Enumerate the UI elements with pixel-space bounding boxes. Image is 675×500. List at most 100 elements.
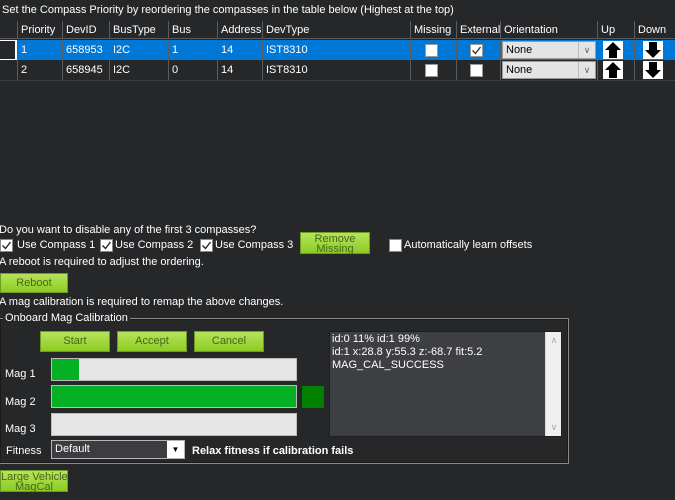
mag-2-status-indicator <box>302 386 324 408</box>
cell-down <box>634 60 675 80</box>
use-compass-3[interactable]: Use Compass 3 <box>200 238 295 254</box>
use-compass-3-checkbox[interactable] <box>200 239 213 252</box>
external-checkbox[interactable] <box>470 64 483 77</box>
cancel-button[interactable]: Cancel <box>194 331 264 352</box>
accept-button[interactable]: Accept <box>117 331 187 352</box>
log-line: MAG_CAL_SUCCESS <box>332 359 444 371</box>
column-header-devtype[interactable]: DevType <box>262 21 410 39</box>
fitness-value: Default <box>55 443 90 455</box>
relax-fitness-label: Relax fitness if calibration fails <box>192 445 354 457</box>
column-header-bus[interactable]: Bus <box>168 21 217 39</box>
cell-up <box>597 40 634 60</box>
instructions-label: Set the Compass Priority by reordering t… <box>2 4 454 16</box>
cell-devid: 658953 <box>62 40 109 60</box>
row-header[interactable] <box>0 40 17 60</box>
check-icon <box>472 46 482 55</box>
arrow-up-icon <box>605 42 621 58</box>
cell-up <box>597 60 634 80</box>
missing-checkbox[interactable] <box>425 44 438 57</box>
column-header-up[interactable]: Up <box>597 21 634 39</box>
cell-bustype: I2C <box>109 60 168 80</box>
cell-missing <box>410 60 456 80</box>
scroll-down-icon[interactable]: ∨ <box>546 421 562 434</box>
remove-missing-button[interactable]: Remove Missing <box>300 232 370 255</box>
move-down-button[interactable] <box>643 41 663 59</box>
move-up-button[interactable] <box>603 41 623 59</box>
column-header-external[interactable]: External <box>456 21 500 39</box>
orientation-select[interactable]: None ∨ <box>502 61 596 79</box>
table-row[interactable]: 2 658945 I2C 0 14 IST8310 None ∨ <box>0 60 675 80</box>
cell-devtype: IST8310 <box>262 40 410 60</box>
remove-missing-label-2: Missing <box>316 243 354 255</box>
scroll-up-icon[interactable]: ∧ <box>546 334 562 347</box>
check-icon <box>102 241 112 250</box>
mag-2-label: Mag 2 <box>5 396 36 408</box>
use-compass-3-label: Use Compass 3 <box>215 239 294 251</box>
cell-devid: 658945 <box>62 60 109 80</box>
mag-2-progress-fill <box>52 386 296 407</box>
mag-1-progress <box>51 358 297 381</box>
calibration-log[interactable]: id:0 11% id:1 99% id:1 x:28.8 y:55.3 z:-… <box>329 331 562 437</box>
cell-down <box>634 40 675 60</box>
column-header-devid[interactable]: DevID <box>62 21 109 39</box>
chevron-down-icon: ∨ <box>578 62 595 78</box>
use-compass-2-checkbox[interactable] <box>100 239 113 252</box>
column-header-orientation[interactable]: Orientation <box>500 21 597 39</box>
cell-priority: 2 <box>17 60 62 80</box>
check-icon <box>202 241 212 250</box>
column-header-missing[interactable]: Missing <box>410 21 456 39</box>
orientation-value: None <box>506 44 533 56</box>
log-line: id:0 11% id:1 99% <box>332 333 420 345</box>
table-header: Priority DevID BusType Bus Address DevTy… <box>0 21 675 41</box>
use-compass-2-label: Use Compass 2 <box>115 239 194 251</box>
large-vehicle-magcal-button[interactable]: Large Vehicle MagCal <box>0 470 68 493</box>
cell-bus: 0 <box>168 60 217 80</box>
cell-bus: 1 <box>168 40 217 60</box>
column-header-bustype[interactable]: BusType <box>109 21 168 39</box>
start-button[interactable]: Start <box>40 331 110 352</box>
cell-orientation: None ∨ <box>500 40 597 60</box>
mag-3-progress <box>51 413 297 436</box>
mag-1-label: Mag 1 <box>5 368 36 380</box>
use-compass-1-label: Use Compass 1 <box>17 239 96 251</box>
cell-orientation: None ∨ <box>500 60 597 80</box>
column-header-down[interactable]: Down <box>634 21 675 39</box>
auto-learn-offsets-label: Automatically learn offsets <box>404 239 533 251</box>
cell-devtype: IST8310 <box>262 60 410 80</box>
cell-bustype: I2C <box>109 40 168 60</box>
mag-1-progress-fill <box>52 359 79 380</box>
cell-address: 14 <box>217 40 262 60</box>
reboot-button[interactable]: Reboot <box>0 273 68 293</box>
fitness-label: Fitness <box>6 445 42 457</box>
move-up-button[interactable] <box>603 61 623 79</box>
use-compass-2[interactable]: Use Compass 2 <box>100 238 195 254</box>
use-compass-1-checkbox[interactable] <box>0 239 13 252</box>
auto-learn-offsets-checkbox[interactable] <box>389 239 402 252</box>
mag-cal-note: A mag calibration is required to remap t… <box>0 296 284 308</box>
onboard-mag-calibration-title: Onboard Mag Calibration <box>3 311 130 325</box>
compass-table: Priority DevID BusType Bus Address DevTy… <box>0 21 675 81</box>
row-header[interactable] <box>0 60 17 80</box>
fitness-select[interactable]: Default ▼ <box>51 440 185 459</box>
reboot-note: A reboot is required to adjust the order… <box>0 256 204 268</box>
log-scrollbar[interactable]: ∧ ∨ <box>545 332 561 436</box>
mag-3-label: Mag 3 <box>5 423 36 435</box>
auto-learn-offsets[interactable]: Automatically learn offsets <box>389 239 539 253</box>
cell-external <box>456 60 500 80</box>
dropdown-arrow-icon: ▼ <box>167 441 184 458</box>
orientation-value: None <box>506 64 533 76</box>
external-checkbox[interactable] <box>470 44 483 57</box>
arrow-up-icon <box>605 62 621 78</box>
check-icon <box>2 241 12 250</box>
move-down-button[interactable] <box>643 61 663 79</box>
log-line: id:1 x:28.8 y:55.3 z:-68.7 fit:5.2 <box>332 346 483 358</box>
column-header-address[interactable]: Address <box>217 21 262 39</box>
arrow-down-icon <box>645 62 661 78</box>
table-row[interactable]: 1 658953 I2C 1 14 IST8310 None ∨ <box>0 40 675 60</box>
chevron-down-icon: ∨ <box>578 42 595 58</box>
orientation-select[interactable]: None ∨ <box>502 41 596 59</box>
column-header-priority[interactable]: Priority <box>17 21 62 39</box>
missing-checkbox[interactable] <box>425 64 438 77</box>
large-vehicle-magcal-label-2: MagCal <box>15 481 53 493</box>
cell-missing <box>410 40 456 60</box>
